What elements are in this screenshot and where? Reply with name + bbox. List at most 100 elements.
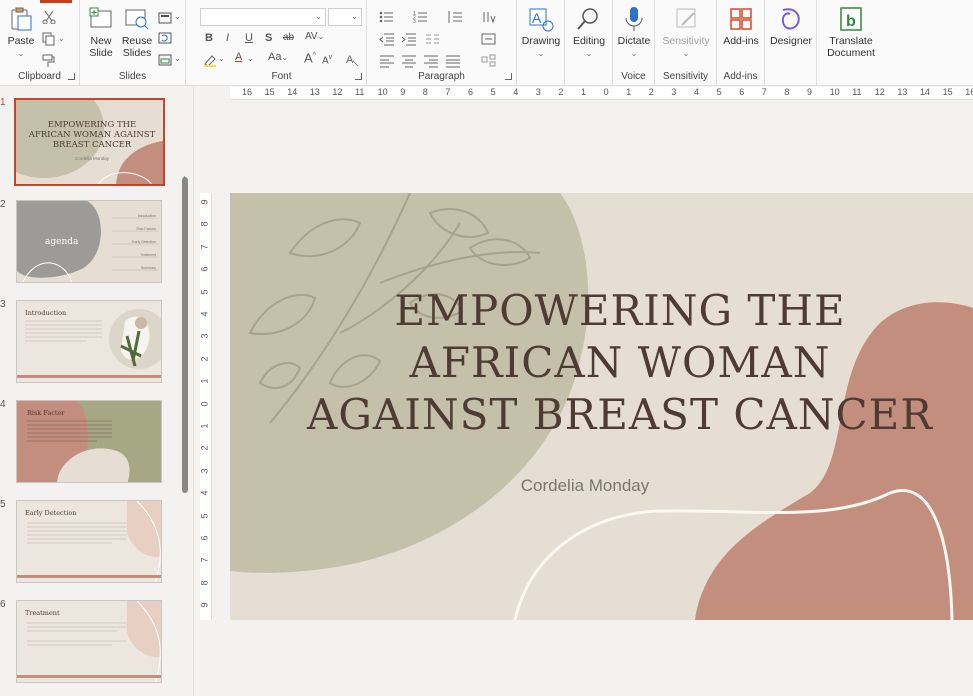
align-center-icon[interactable] bbox=[401, 54, 416, 68]
thumb-5-title: Early Detection bbox=[25, 509, 77, 517]
reset-icon[interactable] bbox=[158, 31, 172, 45]
shrink-font-button[interactable]: Av bbox=[322, 51, 332, 68]
smartart-icon[interactable] bbox=[481, 54, 496, 68]
ruler-tick-label: 13 bbox=[897, 87, 908, 97]
sensitivity-icon bbox=[673, 6, 699, 32]
thumbnail-scrollbar[interactable] bbox=[182, 177, 188, 493]
shadow-button[interactable]: S bbox=[265, 31, 272, 45]
italic-button[interactable]: I bbox=[226, 31, 229, 45]
reuse-slides-icon bbox=[124, 6, 150, 32]
copy-dropdown-chevron[interactable]: ⌄ bbox=[58, 31, 65, 46]
slide-thumbnail-2[interactable]: agenda Introduction Risk Factors Early D… bbox=[16, 200, 162, 283]
ruler-tick-label: 16 bbox=[242, 87, 253, 97]
reuse-slides-button[interactable]: Reuse Slides bbox=[120, 6, 154, 59]
slide-number: 5 bbox=[0, 499, 6, 510]
slide-title-line: EMPOWERING THE bbox=[394, 286, 846, 335]
change-case-button[interactable]: Aa⌄ bbox=[268, 50, 288, 65]
section-chevron[interactable]: ⌄ bbox=[174, 51, 181, 66]
ruler-tick-label: 8 bbox=[784, 87, 790, 97]
change-case-label: Aa bbox=[268, 51, 282, 63]
designer-button[interactable]: Designer bbox=[767, 6, 815, 47]
sensitivity-button[interactable]: Sensitivity ⌄ bbox=[657, 6, 715, 60]
columns-icon[interactable] bbox=[425, 32, 439, 46]
ruler-tick-label: 6 bbox=[468, 87, 474, 97]
font-color-chevron[interactable]: ⌄ bbox=[247, 51, 254, 66]
slides-group-label: Slides bbox=[118, 71, 147, 82]
slide-subtitle[interactable]: Cordelia Monday bbox=[470, 476, 700, 496]
highlight-chevron[interactable]: ⌄ bbox=[218, 51, 225, 66]
copy-icon[interactable] bbox=[42, 32, 56, 46]
align-text-icon[interactable] bbox=[481, 32, 496, 46]
char-spacing-button[interactable]: AV⌄ bbox=[305, 30, 324, 44]
section-icon[interactable] bbox=[158, 53, 172, 67]
ruler-tick-label: 7 bbox=[200, 244, 210, 250]
slide-thumbnail-5[interactable]: Early Detection bbox=[16, 500, 162, 583]
font-color-button[interactable]: A bbox=[235, 50, 242, 64]
layout-chevron[interactable]: ⌄ bbox=[174, 9, 181, 24]
thumb-2-item: Early Detection bbox=[132, 240, 156, 244]
dictate-button[interactable]: Dictate ⌄ bbox=[613, 6, 655, 60]
addins-button[interactable]: Add-ins bbox=[719, 6, 763, 47]
slide-thumbnail-6[interactable]: Treatment bbox=[16, 600, 162, 683]
slide-thumbnail-4[interactable]: Risk Factor bbox=[16, 400, 162, 483]
slide-number: 4 bbox=[0, 399, 6, 410]
grow-font-button[interactable]: A^ bbox=[304, 49, 316, 65]
ruler-tick-label: 6 bbox=[739, 87, 745, 97]
new-slide-button[interactable]: New Slide bbox=[84, 6, 118, 59]
thumb-1-subtitle: Cordelia Monday bbox=[74, 156, 110, 161]
slide-number: 1 bbox=[0, 97, 6, 108]
addins-label: Add-ins bbox=[723, 35, 759, 47]
font-name-field[interactable]: ⌄ bbox=[200, 8, 326, 26]
ruler-tick-label: 6 bbox=[200, 266, 210, 272]
format-painter-icon[interactable] bbox=[42, 54, 56, 68]
ruler-tick-label: 5 bbox=[200, 513, 210, 519]
ruler-tick-label: 7 bbox=[761, 87, 767, 97]
cut-icon[interactable] bbox=[42, 10, 56, 25]
slide-thumbnail-3[interactable]: Introduction bbox=[16, 300, 162, 383]
font-launcher[interactable] bbox=[355, 73, 362, 80]
increase-indent-icon[interactable] bbox=[401, 32, 416, 46]
slide-title[interactable]: EMPOWERING THE AFRICAN WOMAN AGAINST BRE… bbox=[300, 285, 940, 441]
underline-button[interactable]: U bbox=[245, 31, 253, 45]
ruler-tick-label: 9 bbox=[807, 87, 813, 97]
ruler-tick-label: 1 bbox=[626, 87, 632, 97]
drawing-label: Drawing bbox=[521, 35, 561, 47]
clipboard-group: Paste ⌄ ⌄ Clipboard bbox=[0, 0, 80, 86]
highlight-icon[interactable] bbox=[203, 53, 217, 67]
align-right-icon[interactable] bbox=[423, 54, 438, 68]
sensitivity-label: Sensitivity bbox=[662, 35, 710, 47]
drawing-button[interactable]: A Drawing ⌄ bbox=[519, 6, 563, 60]
layout-icon[interactable] bbox=[158, 11, 172, 25]
strikethrough-button[interactable]: ab bbox=[283, 31, 294, 45]
ruler-tick-label: 2 bbox=[558, 87, 564, 97]
bold-button[interactable]: B bbox=[205, 31, 213, 45]
editing-button[interactable]: Editing ⌄ bbox=[567, 6, 611, 60]
ruler-tick-label: 2 bbox=[200, 445, 210, 451]
ruler-tick-label: 0 bbox=[603, 87, 609, 97]
justify-icon[interactable] bbox=[445, 54, 460, 68]
thumb-1-title: EMPOWERING THE AFRICAN WOMAN AGAINST BRE… bbox=[28, 120, 156, 150]
line-spacing-icon[interactable] bbox=[447, 10, 462, 24]
text-direction-icon[interactable] bbox=[481, 10, 496, 24]
designer-group: Designer bbox=[765, 0, 817, 86]
align-left-icon[interactable] bbox=[379, 54, 394, 68]
paste-icon bbox=[8, 6, 34, 32]
slide-number: 2 bbox=[0, 199, 6, 210]
font-color-label: A bbox=[235, 51, 243, 63]
font-size-field[interactable]: ⌄ bbox=[328, 8, 362, 26]
decrease-indent-icon[interactable] bbox=[379, 32, 394, 46]
bullets-icon[interactable] bbox=[379, 10, 393, 24]
clear-formatting-icon[interactable]: A bbox=[345, 52, 359, 67]
paragraph-launcher[interactable] bbox=[505, 73, 512, 80]
ruler-tick-label: 5 bbox=[490, 87, 496, 97]
clipboard-launcher[interactable] bbox=[68, 73, 75, 80]
slide-canvas[interactable]: EMPOWERING THE AFRICAN WOMAN AGAINST BRE… bbox=[230, 193, 973, 620]
slide-thumbnail-1[interactable]: EMPOWERING THE AFRICAN WOMAN AGAINST BRE… bbox=[14, 98, 165, 186]
translate-document-button[interactable]: b Translate Document bbox=[819, 6, 883, 59]
ruler-tick-label: 2 bbox=[200, 356, 210, 362]
dictate-label: Dictate bbox=[617, 35, 651, 47]
ruler-tick-label: 1 bbox=[200, 423, 210, 429]
paste-button[interactable]: Paste ⌄ bbox=[4, 6, 38, 60]
slides-group: New Slide Reuse Slides ⌄ ⌄ Slides bbox=[80, 0, 186, 86]
numbering-icon[interactable]: 123 bbox=[413, 10, 427, 25]
